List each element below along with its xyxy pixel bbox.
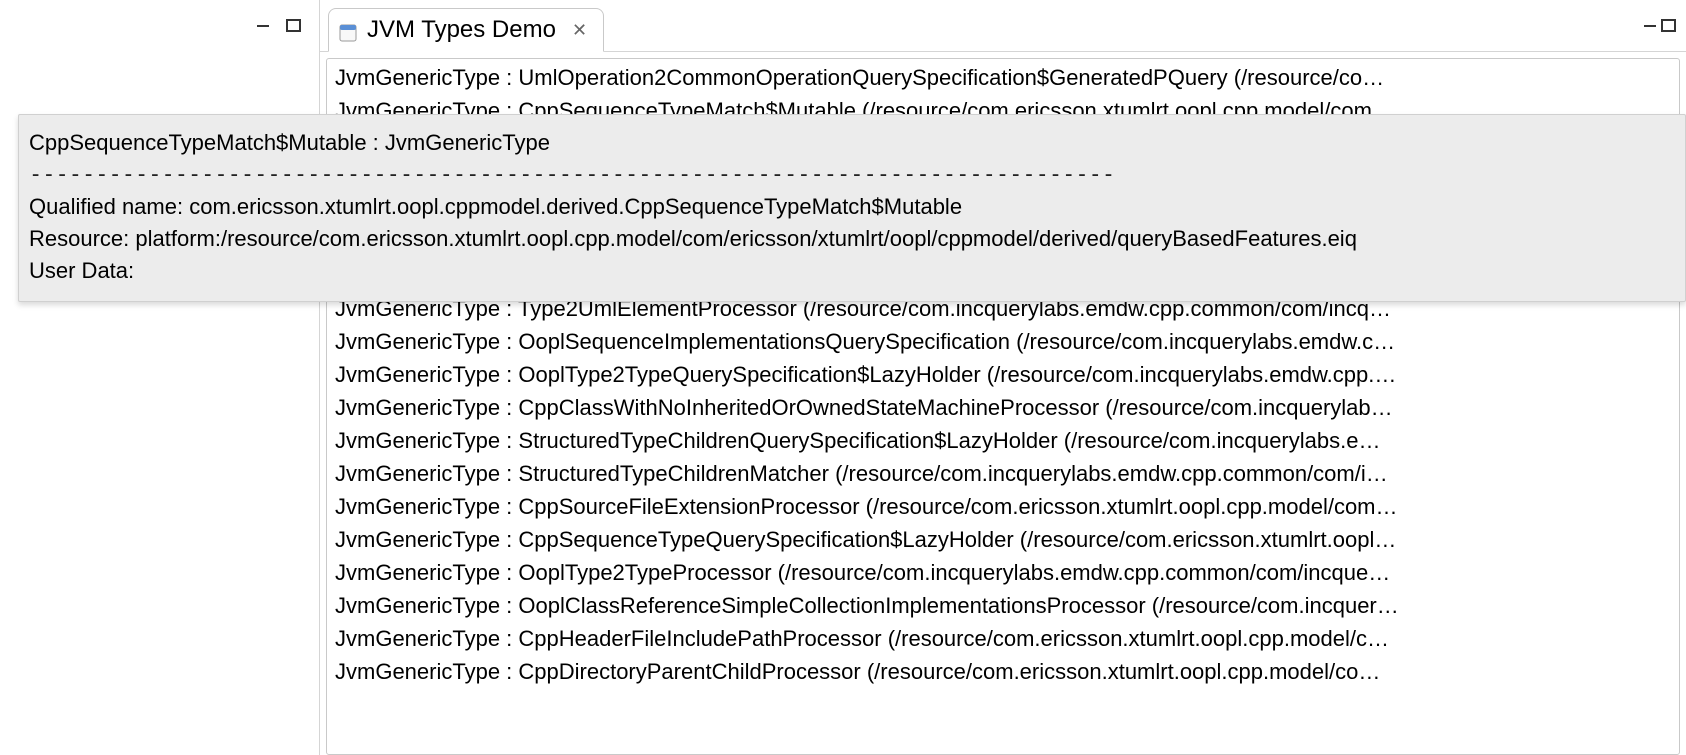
list-item[interactable]: JvmGenericType : OoplSequenceImplementat…: [331, 325, 1675, 358]
list-item[interactable]: JvmGenericType : StructuredTypeChildrenM…: [331, 457, 1675, 490]
list-item[interactable]: JvmGenericType : CppHeaderFileIncludePat…: [331, 622, 1675, 655]
minimize-view-icon[interactable]: [1642, 19, 1660, 33]
tooltip-resource-label: Resource:: [29, 226, 135, 251]
tab-jvm-types-demo[interactable]: JVM Types Demo ✕: [328, 8, 604, 52]
list-item[interactable]: JvmGenericType : CppSourceFileExtensionP…: [331, 490, 1675, 523]
tooltip-resource: Resource: platform:/resource/com.ericsso…: [29, 223, 1675, 255]
maximize-view-icon[interactable]: [1660, 19, 1678, 33]
tooltip-qname-value: com.ericsson.xtumlrt.oopl.cppmodel.deriv…: [189, 194, 962, 219]
list-item[interactable]: JvmGenericType : OoplType2TypeProcessor …: [331, 556, 1675, 589]
tooltip-separator: ----------------------------------------…: [29, 159, 1675, 191]
list-item[interactable]: JvmGenericType : CppClassWithNoInherited…: [331, 391, 1675, 424]
tab-label: JVM Types Demo: [367, 16, 556, 44]
view-icon: [339, 21, 357, 39]
list-item[interactable]: JvmGenericType : UmlOperation2CommonOper…: [331, 61, 1675, 94]
tooltip-resource-value: platform:/resource/com.ericsson.xtumlrt.…: [135, 226, 1357, 251]
tooltip-qname-label: Qualified name:: [29, 194, 189, 219]
close-tab-icon[interactable]: ✕: [572, 20, 587, 41]
tooltip-header: CppSequenceTypeMatch$Mutable : JvmGeneri…: [29, 127, 1675, 159]
list-item[interactable]: JvmGenericType : StructuredTypeChildrenQ…: [331, 424, 1675, 457]
minimize-icon[interactable]: [255, 19, 273, 33]
list-item[interactable]: JvmGenericType : CppDirectoryParentChild…: [331, 655, 1675, 688]
hover-tooltip: CppSequenceTypeMatch$Mutable : JvmGeneri…: [18, 114, 1686, 302]
list-item[interactable]: JvmGenericType : CppSequenceTypeQuerySpe…: [331, 523, 1675, 556]
tab-bar: JVM Types Demo ✕: [320, 0, 1686, 52]
list-item[interactable]: JvmGenericType : OoplType2TypeQuerySpeci…: [331, 358, 1675, 391]
list-item[interactable]: JvmGenericType : OoplClassReferenceSimpl…: [331, 589, 1675, 622]
tooltip-qname: Qualified name: com.ericsson.xtumlrt.oop…: [29, 191, 1675, 223]
tooltip-userdata: User Data:: [29, 255, 1675, 287]
maximize-icon[interactable]: [285, 19, 303, 33]
left-pane-toolbar: [0, 0, 319, 52]
